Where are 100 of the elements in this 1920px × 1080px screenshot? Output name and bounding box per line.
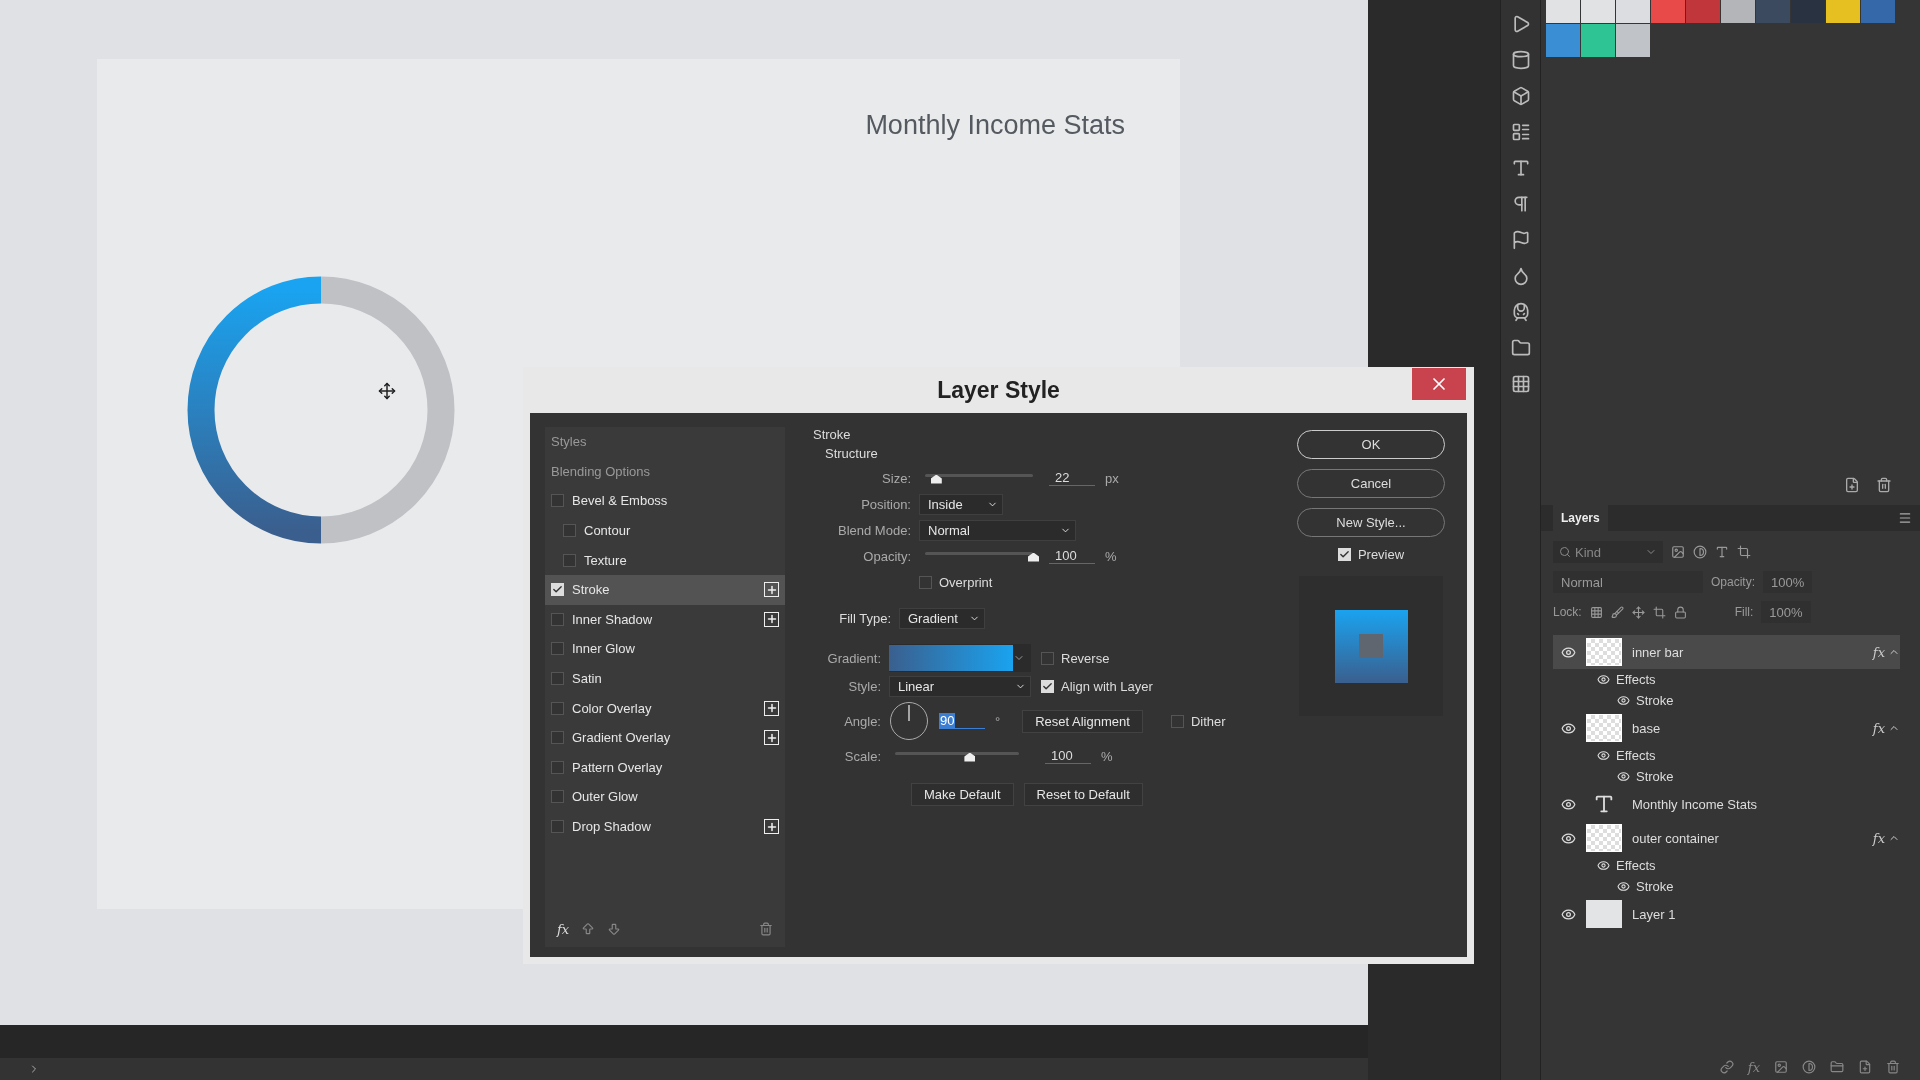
add-icon[interactable] <box>764 700 779 716</box>
slider-thumb[interactable] <box>964 752 976 762</box>
new-swatch-icon[interactable] <box>1844 477 1860 493</box>
trash-icon[interactable] <box>759 922 773 936</box>
eye-icon[interactable] <box>1561 720 1576 736</box>
default-button[interactable]: Make Default <box>911 783 1014 806</box>
slider-thumb[interactable] <box>1028 552 1039 562</box>
default-button[interactable]: Reset to Default <box>1023 783 1143 806</box>
add-icon[interactable] <box>764 611 779 627</box>
group-icon[interactable] <box>1830 1060 1844 1074</box>
opacity-field[interactable]: 100 <box>1049 548 1095 564</box>
layer-row[interactable]: Layer 1 <box>1553 897 1900 931</box>
color-swatch[interactable] <box>1546 24 1580 57</box>
color-swatch[interactable] <box>1581 24 1615 57</box>
eye-icon[interactable] <box>1561 830 1576 846</box>
layers-tab[interactable]: Layers <box>1553 505 1608 531</box>
add-icon[interactable] <box>764 582 779 598</box>
color-swatch[interactable] <box>1651 0 1685 23</box>
filter-dropdown[interactable]: Kind <box>1553 541 1663 563</box>
eye-icon[interactable] <box>1597 749 1610 762</box>
reset-alignment-button[interactable]: Reset Alignment <box>1022 709 1143 733</box>
layer-row[interactable]: Monthly Income Stats <box>1553 787 1900 821</box>
color-swatch[interactable] <box>1756 0 1790 23</box>
angle-dial[interactable] <box>889 701 929 741</box>
color-swatch[interactable] <box>1546 0 1580 23</box>
effect-item[interactable]: Inner Shadow <box>545 604 785 635</box>
trash-icon[interactable] <box>1886 1060 1900 1074</box>
lock-pixels-icon[interactable] <box>1589 605 1603 619</box>
folder-icon[interactable] <box>1510 338 1531 358</box>
adjustment-filter-icon[interactable] <box>1693 545 1707 559</box>
eye-icon[interactable] <box>1617 694 1630 707</box>
move-down-icon[interactable] <box>607 922 622 936</box>
cylinder-icon[interactable] <box>1510 50 1531 70</box>
checkbox[interactable] <box>563 553 576 567</box>
add-icon[interactable] <box>764 730 779 746</box>
layer-row[interactable]: inner bar fx <box>1553 635 1900 669</box>
position-dropdown[interactable]: Inside <box>919 493 1003 515</box>
eye-icon[interactable] <box>1617 770 1630 783</box>
eye-icon[interactable] <box>1561 906 1576 922</box>
effect-item[interactable]: Color Overlay <box>545 693 785 723</box>
effect-item[interactable]: Texture <box>545 545 785 575</box>
lock-icon[interactable] <box>1673 605 1687 619</box>
checkbox[interactable] <box>1170 714 1184 728</box>
gradient-picker[interactable] <box>889 644 1031 672</box>
style-category[interactable]: Styles <box>545 427 785 457</box>
effects-badge[interactable]: fx <box>1872 830 1885 846</box>
checkbox[interactable] <box>551 672 564 686</box>
checkbox[interactable] <box>551 612 564 626</box>
checkbox[interactable] <box>1041 651 1054 665</box>
move-up-icon[interactable] <box>581 922 596 936</box>
link-icon[interactable] <box>1719 1060 1734 1074</box>
slider-thumb[interactable] <box>930 474 942 484</box>
brush-icon[interactable] <box>1610 605 1624 619</box>
blend-mode-dropdown[interactable]: Normal <box>919 519 1076 541</box>
close-button[interactable] <box>1412 368 1466 400</box>
effect-item[interactable]: Drop Shadow <box>545 811 785 842</box>
scale-field[interactable]: 100 <box>1045 748 1091 764</box>
effect-item[interactable]: Inner Glow <box>545 634 785 664</box>
checkbox[interactable] <box>551 494 564 508</box>
layer-row[interactable]: base fx <box>1553 711 1900 745</box>
shape-filter-icon[interactable] <box>1737 545 1751 559</box>
color-swatch[interactable] <box>1581 0 1615 23</box>
checkbox[interactable] <box>551 642 564 656</box>
angle-field[interactable]: 90 <box>939 713 985 729</box>
layer-row[interactable]: outer container fx <box>1553 821 1900 855</box>
effects-badge[interactable]: fx <box>1872 644 1885 660</box>
eye-icon[interactable] <box>1561 796 1576 812</box>
checkbox[interactable] <box>551 820 564 833</box>
style-category[interactable]: Blending Options <box>545 456 785 487</box>
add-effect-button[interactable]: fx <box>1747 1059 1760 1075</box>
menu-icon[interactable] <box>1898 511 1912 525</box>
color-swatch[interactable] <box>1616 24 1650 57</box>
effect-item[interactable]: Satin <box>545 663 785 694</box>
color-swatch[interactable] <box>1616 0 1650 23</box>
checkbox[interactable] <box>551 790 564 804</box>
checkbox[interactable] <box>551 760 564 774</box>
crop-icon[interactable] <box>1652 605 1666 619</box>
effect-item[interactable]: Gradient Overlay <box>545 722 785 753</box>
add-effect-button[interactable]: fx <box>557 921 570 937</box>
layout-icon[interactable] <box>1510 122 1531 142</box>
trash-icon[interactable] <box>1876 477 1892 493</box>
size-field[interactable]: 22 <box>1049 470 1095 486</box>
new-layer-icon[interactable] <box>1858 1060 1872 1074</box>
eye-icon[interactable] <box>1617 880 1630 893</box>
checkbox[interactable] <box>551 701 564 715</box>
move-icon[interactable] <box>1631 605 1645 619</box>
color-swatch[interactable] <box>1686 0 1720 23</box>
grid-icon[interactable] <box>1510 374 1531 394</box>
type-filter-icon[interactable] <box>1715 545 1729 559</box>
effect-item[interactable]: Bevel & Emboss <box>545 486 785 516</box>
style-dropdown[interactable]: Linear <box>889 675 1031 697</box>
effect-item[interactable]: Stroke <box>545 574 785 605</box>
color-swatch[interactable] <box>1826 0 1860 23</box>
color-swatch[interactable] <box>1861 0 1895 23</box>
effects-badge[interactable]: fx <box>1872 720 1885 736</box>
cube-icon[interactable] <box>1510 86 1531 106</box>
color-swatch[interactable] <box>1721 0 1755 23</box>
image-filter-icon[interactable] <box>1671 545 1685 559</box>
add-icon[interactable] <box>764 819 779 834</box>
effect-item[interactable]: Pattern Overlay <box>545 752 785 783</box>
